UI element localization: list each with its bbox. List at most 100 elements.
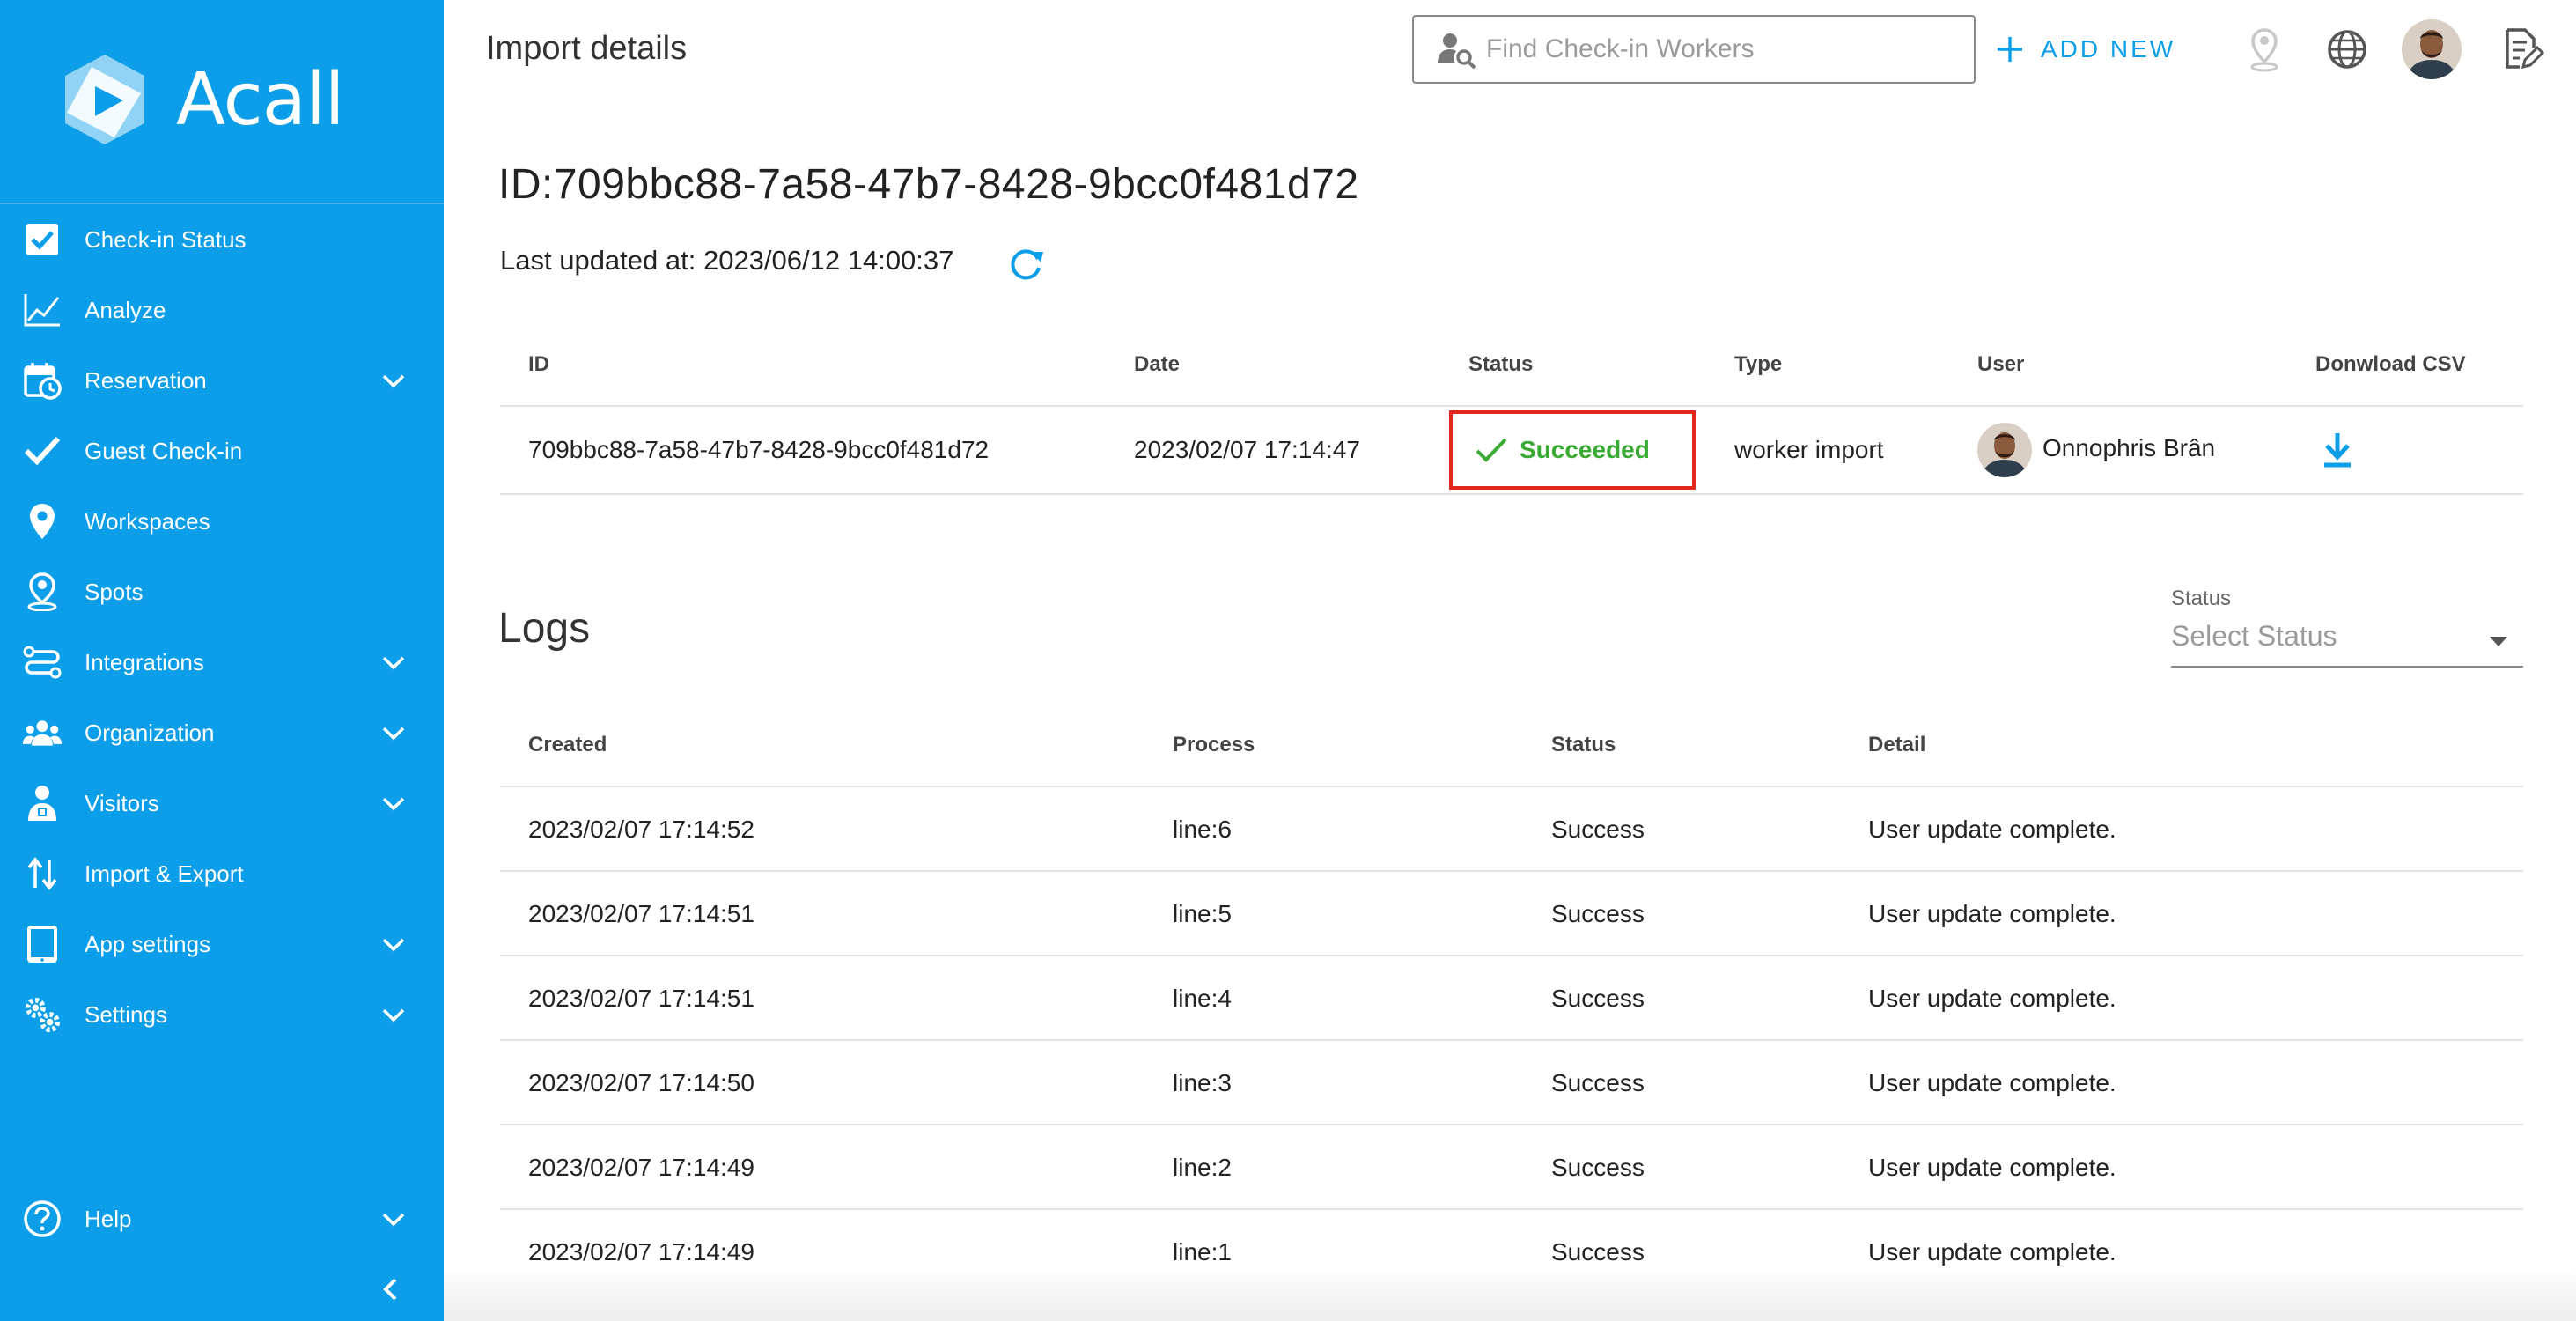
calendar-clock-icon: [23, 361, 62, 400]
log-status: Success: [1551, 1154, 1645, 1181]
status-filter-label: Status: [2171, 587, 2232, 610]
search-field[interactable]: [1412, 15, 1976, 84]
sidebar-item-label: Check-in Status: [85, 225, 247, 253]
visitor-icon: [23, 784, 62, 823]
chevron-down-icon[interactable]: [379, 788, 408, 818]
sidebar-item-settings[interactable]: Settings: [0, 979, 444, 1050]
acall-logo[interactable]: Acall: [56, 46, 345, 153]
sidebar-item-label: Import & Export: [85, 860, 244, 887]
sidebar-item-label: Integrations: [85, 648, 204, 675]
caret-down-icon: [2490, 637, 2507, 646]
log-detail: User update complete.: [1868, 900, 2116, 927]
log-created: 2023/02/07 17:14:52: [528, 815, 754, 843]
scroll-fade: [444, 1265, 2576, 1321]
import-export-icon: [23, 854, 62, 893]
integrations-icon: [23, 643, 62, 682]
log-process: line:3: [1173, 1069, 1232, 1096]
status-filter-select[interactable]: Select Status: [2171, 616, 2523, 668]
sidebar-item-help[interactable]: Help: [0, 1184, 444, 1254]
plus-icon: [1998, 37, 2022, 62]
sidebar-item-analyze[interactable]: Analyze: [0, 275, 444, 345]
person-pin-icon: [23, 572, 62, 611]
sidebar-item-app-settings[interactable]: App settings: [0, 909, 444, 979]
log-detail: User update complete.: [1868, 815, 2116, 843]
log-process: line:4: [1173, 985, 1232, 1012]
page-title: Import details: [486, 30, 688, 67]
chevron-down-icon[interactable]: [379, 718, 408, 748]
log-process: line:6: [1173, 815, 1232, 843]
log-process: line:1: [1173, 1238, 1232, 1266]
download-icon[interactable]: [2317, 430, 2358, 470]
log-status: Success: [1551, 815, 1645, 843]
checkbox-icon: [23, 220, 62, 259]
column-header-process: Process: [1173, 733, 1255, 756]
column-header-status: Status: [1468, 352, 1534, 376]
sidebar-item-integrations[interactable]: Integrations: [0, 627, 444, 697]
log-created: 2023/02/07 17:14:50: [528, 1069, 754, 1096]
sidebar-item-label: App settings: [85, 930, 211, 957]
avatar[interactable]: [2402, 19, 2462, 79]
import-user-name: Onnophris Brân: [2042, 434, 2216, 461]
sidebar-item-workspaces[interactable]: Workspaces: [0, 486, 444, 557]
table-divider: [500, 405, 2523, 407]
column-header-created: Created: [528, 733, 607, 756]
column-header-detail: Detail: [1868, 733, 1926, 756]
log-status: Success: [1551, 900, 1645, 927]
table-divider: [500, 870, 2523, 872]
sidebar-item-label: Settings: [85, 1000, 167, 1028]
sidebar-item-import-export[interactable]: Import & Export: [0, 838, 444, 909]
import-id-heading: ID:709bbc88-7a58-47b7-8428-9bcc0f481d72: [498, 161, 1359, 208]
status-filter-placeholder: Select Status: [2171, 620, 2337, 652]
column-header-type: Type: [1734, 352, 1783, 376]
table-divider: [500, 1039, 2523, 1041]
status-badge: Succeeded: [1449, 410, 1696, 490]
log-created: 2023/02/07 17:14:51: [528, 985, 754, 1012]
chevron-down-icon[interactable]: [379, 365, 408, 395]
sidebar-item-label: Guest Check-in: [85, 437, 243, 464]
log-status: Success: [1551, 1069, 1645, 1096]
table-divider: [500, 786, 2523, 787]
sidebar-item-spots[interactable]: Spots: [0, 557, 444, 627]
column-header-date: Date: [1134, 352, 1181, 376]
status-badge-label: Succeeded: [1520, 436, 1650, 463]
location-icon[interactable]: [2241, 26, 2287, 72]
table-divider: [500, 493, 2523, 495]
check-icon: [1476, 438, 1507, 462]
log-status: Success: [1551, 985, 1645, 1012]
table-divider: [500, 1208, 2523, 1210]
person-search-icon: [1438, 33, 1476, 70]
chevron-down-icon[interactable]: [379, 1204, 408, 1234]
log-detail: User update complete.: [1868, 1154, 2116, 1181]
tablet-icon: [23, 925, 62, 963]
table-divider: [500, 1124, 2523, 1125]
globe-icon[interactable]: [2324, 26, 2370, 72]
sidebar-item-label: Analyze: [85, 296, 166, 323]
gears-icon: [23, 995, 62, 1034]
log-detail: User update complete.: [1868, 1238, 2116, 1266]
sidebar-item-label: Visitors: [85, 789, 159, 816]
table-divider: [500, 955, 2523, 956]
refresh-icon[interactable]: [1005, 243, 1046, 284]
sidebar-item-organization[interactable]: Organization: [0, 697, 444, 768]
edit-document-icon[interactable]: [2499, 26, 2544, 72]
collapse-sidebar-icon[interactable]: [375, 1273, 407, 1305]
log-detail: User update complete.: [1868, 985, 2116, 1012]
chevron-down-icon[interactable]: [379, 647, 408, 677]
sidebar-item-visitors[interactable]: Visitors: [0, 768, 444, 838]
sidebar-item-check-in-status[interactable]: Check-in Status: [0, 204, 444, 275]
logs-title: Logs: [498, 605, 591, 652]
sidebar-item-reservation[interactable]: Reservation: [0, 345, 444, 416]
column-header-id: ID: [528, 352, 549, 376]
log-process: line:5: [1173, 900, 1232, 927]
chevron-down-icon[interactable]: [379, 929, 408, 959]
people-icon: [23, 713, 62, 752]
column-header-download-csv: Donwload CSV: [2315, 352, 2466, 376]
search-input[interactable]: [1486, 34, 1961, 64]
add-new-button[interactable]: ADD NEW: [1995, 26, 2175, 72]
chevron-down-icon[interactable]: [379, 1000, 408, 1029]
import-type-cell: worker import: [1734, 436, 1884, 463]
sidebar-item-label: Spots: [85, 578, 144, 605]
import-date-cell: 2023/02/07 17:14:47: [1134, 436, 1360, 463]
import-id-cell: 709bbc88-7a58-47b7-8428-9bcc0f481d72: [528, 436, 990, 463]
sidebar-item-guest-check-in[interactable]: Guest Check-in: [0, 416, 444, 486]
